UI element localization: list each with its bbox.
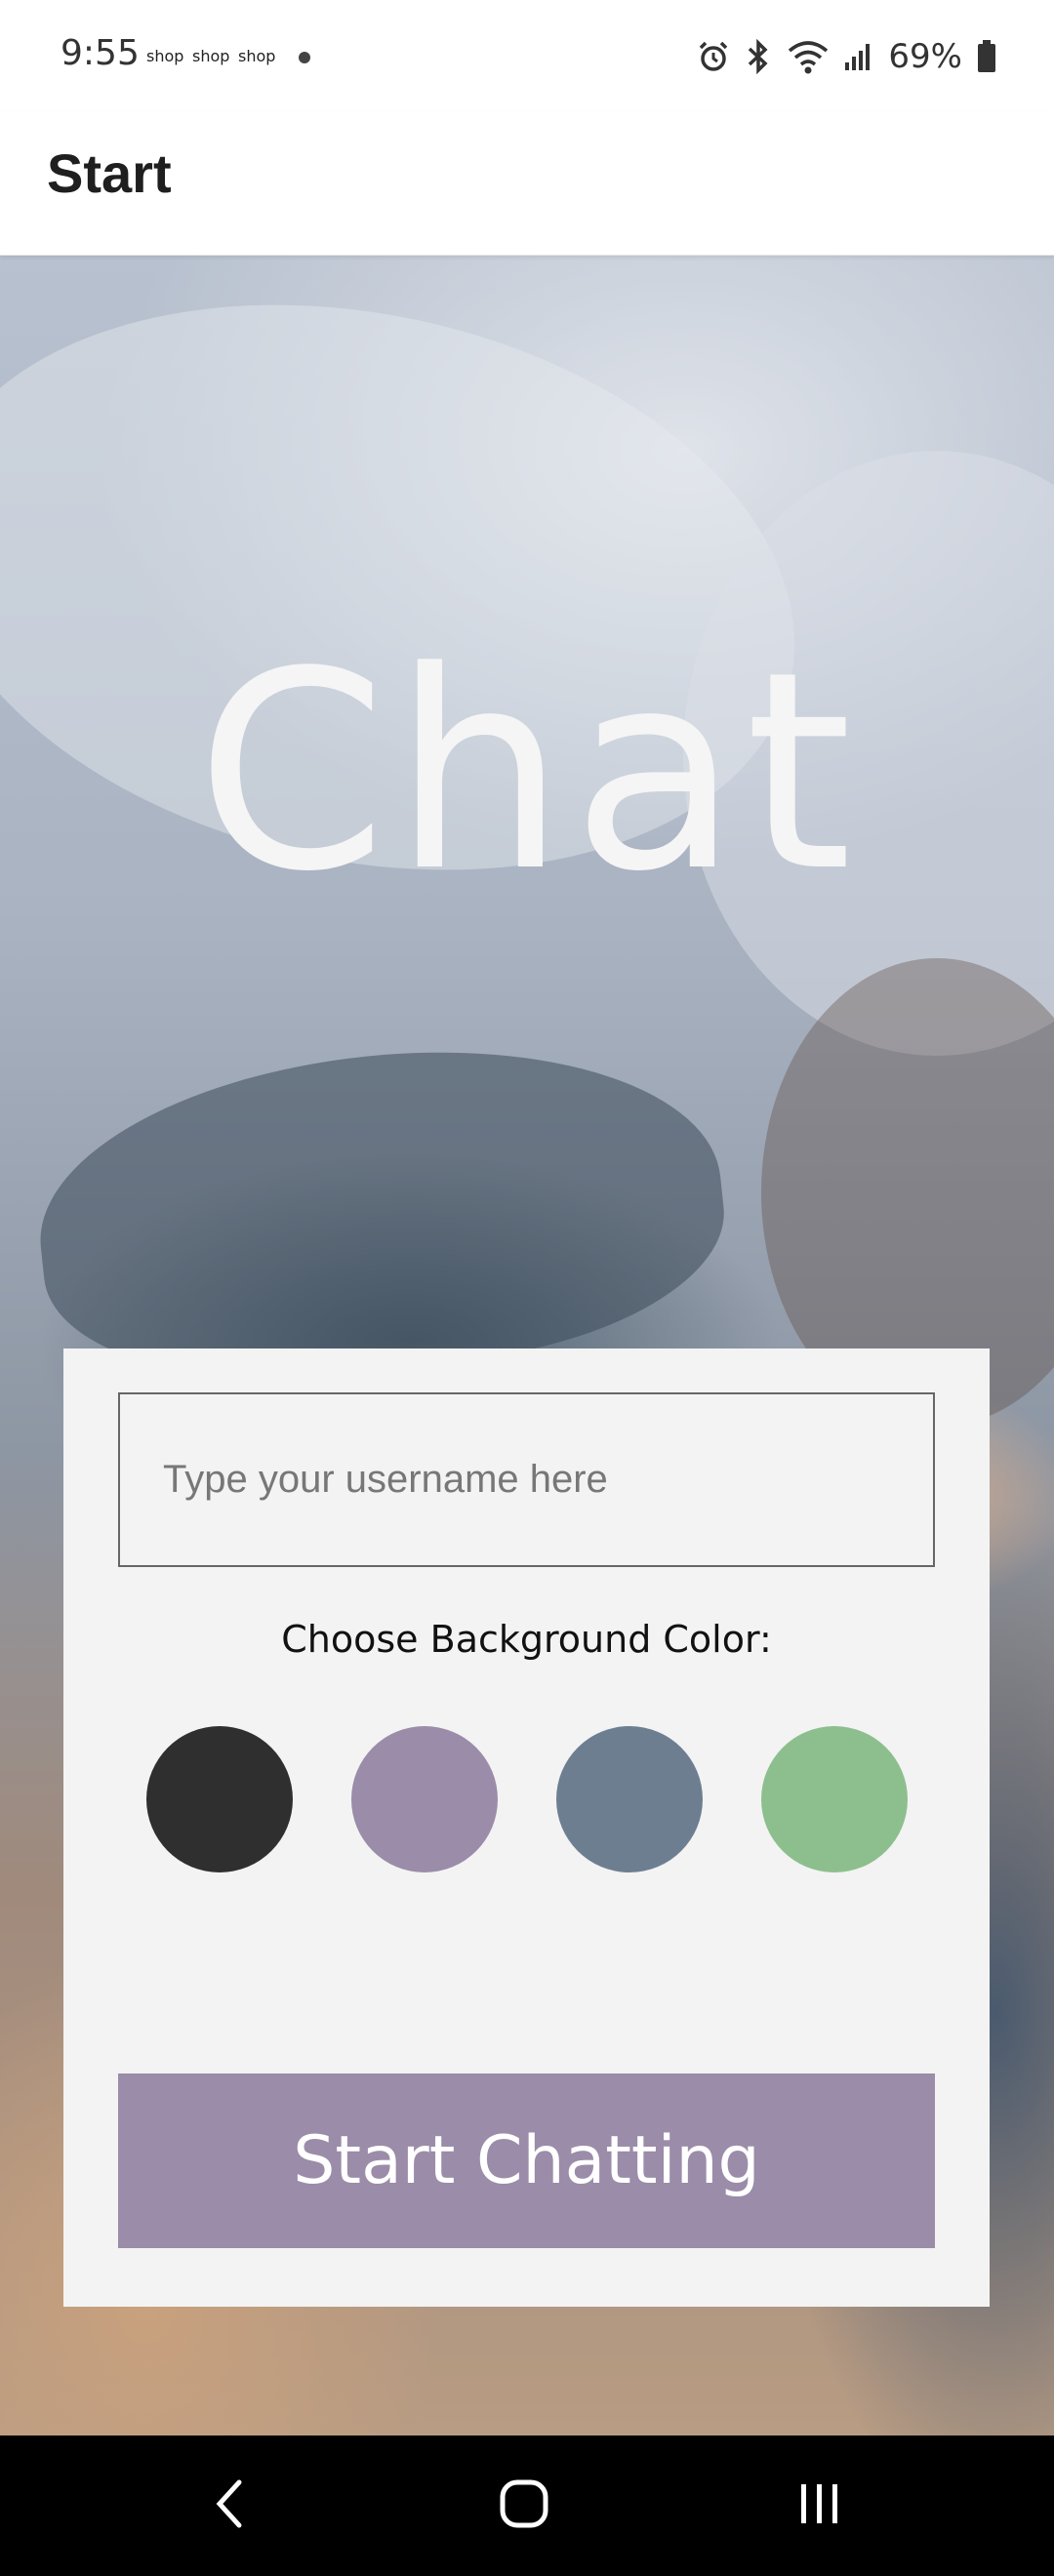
nav-home-button[interactable] — [426, 2435, 622, 2576]
color-swatch-green[interactable] — [761, 1726, 908, 1872]
notification-shop-1: shop — [146, 47, 184, 65]
battery-percent: 69% — [888, 37, 962, 76]
nav-back-button[interactable] — [132, 2435, 327, 2576]
bluetooth-icon — [744, 39, 773, 74]
wifi-icon — [787, 39, 830, 74]
app-bar: Start — [0, 112, 1054, 256]
username-input[interactable] — [118, 1392, 935, 1567]
alarm-icon — [697, 40, 730, 73]
start-form-card: Choose Background Color: Start Chatting — [63, 1348, 990, 2307]
page-title: Start — [47, 142, 172, 204]
color-swatch-purple[interactable] — [351, 1726, 498, 1872]
notification-shop-3: shop — [238, 47, 276, 65]
status-time: 9:55 — [61, 33, 140, 73]
back-icon — [210, 2475, 249, 2538]
status-bar: 9:55 shop shop shop 69% — [0, 0, 1054, 112]
notification-shop-2: shop — [192, 47, 230, 65]
notification-dot — [299, 52, 310, 63]
color-choice-label: Choose Background Color: — [281, 1618, 772, 1661]
home-icon — [498, 2477, 550, 2535]
status-icons: 69% — [697, 33, 997, 80]
system-nav-bar — [0, 2435, 1054, 2576]
nav-recents-button[interactable] — [722, 2435, 917, 2576]
battery-icon — [976, 39, 997, 74]
color-swatch-black[interactable] — [146, 1726, 293, 1872]
color-swatch-slate-blue[interactable] — [556, 1726, 703, 1872]
start-chatting-button[interactable]: Start Chatting — [118, 2073, 935, 2248]
recents-icon — [795, 2479, 844, 2533]
signal-icon — [843, 41, 874, 72]
app-title-chat: Chat — [195, 614, 859, 932]
